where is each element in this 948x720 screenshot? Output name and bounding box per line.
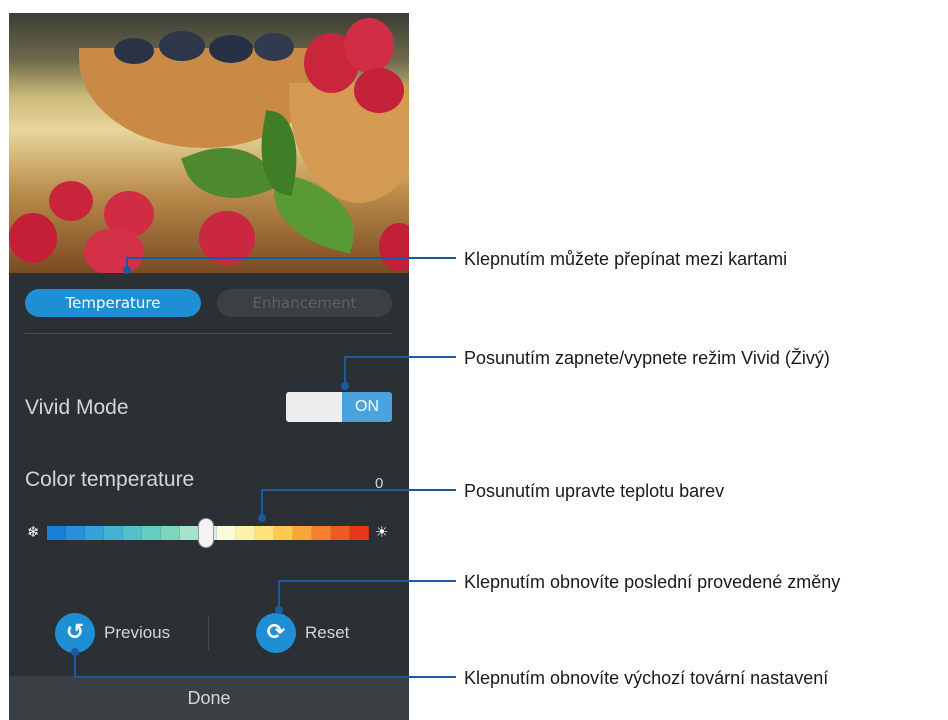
callout-reset: Klepnutím obnovíte poslední provedené zm…	[464, 572, 841, 592]
color-temperature-slider[interactable]: ❄ ☀	[23, 518, 395, 548]
callout-tabs: Klepnutím můžete přepínat mezi kartami	[464, 249, 788, 269]
vivid-mode-toggle[interactable]: ON	[286, 392, 392, 422]
callout-vivid: Posunutím zapnete/vypnete režim Vivid (Ž…	[464, 348, 830, 368]
raspberry	[199, 211, 255, 265]
gradient-segment	[350, 526, 369, 540]
color-temperature-label: Color temperature	[25, 468, 195, 491]
gradient-segment	[122, 526, 142, 540]
refresh-icon[interactable]: ⟳	[256, 613, 296, 653]
gradient-segment	[84, 526, 104, 540]
gradient-segment	[217, 526, 237, 540]
gradient-segment	[236, 526, 256, 540]
blueberry	[114, 38, 154, 64]
sun-icon: ☀	[375, 523, 389, 541]
raspberry	[49, 181, 93, 221]
gradient-segment	[47, 526, 66, 540]
vivid-mode-label: Vivid Mode	[25, 396, 129, 419]
gradient-segment	[103, 526, 123, 540]
gradient-segment	[160, 526, 180, 540]
tab-bar: Temperature Enhancement	[25, 289, 392, 317]
callout-previous: Klepnutím obnovíte výchozí tovární nasta…	[464, 668, 829, 688]
tab-enhancement[interactable]: Enhancement	[217, 289, 392, 317]
gradient-segment	[141, 526, 161, 540]
reset-button[interactable]: Reset	[305, 623, 349, 643]
gradient-segment	[312, 526, 332, 540]
raspberry	[379, 223, 409, 271]
raspberry	[84, 228, 144, 273]
undo-icon[interactable]: ↺	[55, 613, 95, 653]
tab-temperature[interactable]: Temperature	[25, 289, 201, 317]
callout-slider: Posunutím upravte teplotu barev	[464, 481, 725, 501]
blueberry	[254, 33, 294, 61]
toggle-on-label: ON	[342, 392, 392, 422]
divider	[25, 333, 392, 334]
raspberry	[344, 18, 394, 73]
previous-button[interactable]: Previous	[104, 623, 170, 643]
snowflake-icon: ❄	[27, 523, 40, 541]
gradient-segment	[179, 526, 199, 540]
gradient-segment	[293, 526, 313, 540]
color-temperature-value: 0	[375, 475, 384, 492]
preview-image	[9, 13, 409, 273]
blueberry	[159, 31, 205, 61]
gradient-segment	[331, 526, 350, 540]
slider-knob[interactable]	[198, 518, 214, 548]
raspberry	[354, 68, 404, 113]
gradient-segment	[255, 526, 275, 540]
gradient-segment	[274, 526, 294, 540]
done-button[interactable]: Done	[9, 676, 409, 720]
gradient-segment	[65, 526, 85, 540]
toggle-off-track	[286, 392, 342, 422]
raspberry	[9, 213, 57, 263]
screen-panel: Temperature Enhancement Vivid Mode ON Co…	[9, 13, 409, 720]
blueberry	[209, 35, 253, 63]
button-divider	[208, 616, 209, 650]
